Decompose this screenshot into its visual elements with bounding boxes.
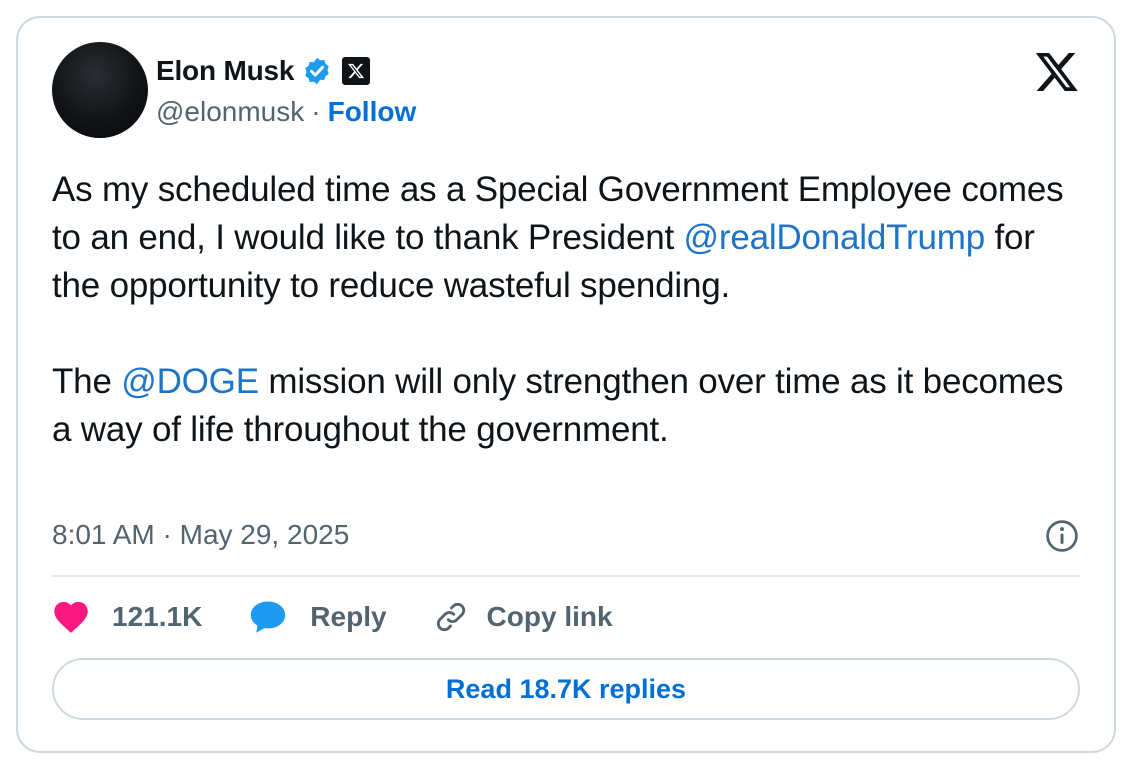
copy-link-label: Copy link xyxy=(486,601,613,632)
author-name[interactable]: Elon Musk xyxy=(156,55,294,87)
author-handle[interactable]: @elonmusk xyxy=(156,96,304,128)
reply-bubble-icon xyxy=(248,599,288,635)
tweet-paragraph: The @DOGE mission will only strengthen o… xyxy=(52,358,1092,454)
tweet-text: As my scheduled time as a Special Govern… xyxy=(52,166,1092,454)
avatar[interactable] xyxy=(52,42,148,138)
reply-label: Reply xyxy=(310,601,387,632)
tweet-timestamp[interactable]: 8:01 AM · May 29, 2025 xyxy=(52,515,349,555)
read-replies-button[interactable]: Read 18.7K replies xyxy=(52,658,1080,720)
verified-badge-icon xyxy=(302,56,332,86)
tweet-text-segment: The xyxy=(52,362,122,401)
copy-link-button[interactable]: Copy link xyxy=(433,599,613,635)
tweet-paragraph: As my scheduled time as a Special Govern… xyxy=(52,166,1092,310)
like-button[interactable]: 121.1K xyxy=(52,600,202,634)
tweet-card: Elon Musk @elonmusk · Follow As my sched… xyxy=(16,16,1116,753)
x-logo-icon[interactable] xyxy=(1034,52,1080,92)
info-icon[interactable] xyxy=(1044,518,1080,554)
author-name-row: Elon Musk xyxy=(156,51,371,91)
x-affiliation-icon[interactable] xyxy=(342,57,371,85)
reply-button[interactable]: Reply xyxy=(248,599,387,635)
separator-dot: · xyxy=(311,96,321,127)
follow-button[interactable]: Follow xyxy=(328,96,417,128)
heart-icon xyxy=(52,600,90,634)
link-icon xyxy=(433,599,469,635)
tweet-actions: 121.1K Reply Copy link xyxy=(52,596,659,638)
author-handle-row: @elonmusk · Follow xyxy=(156,94,416,130)
divider xyxy=(52,575,1080,577)
like-count: 121.1K xyxy=(112,601,203,632)
mention-link[interactable]: @realDonaldTrump xyxy=(684,218,986,257)
mention-link[interactable]: @DOGE xyxy=(121,362,259,401)
